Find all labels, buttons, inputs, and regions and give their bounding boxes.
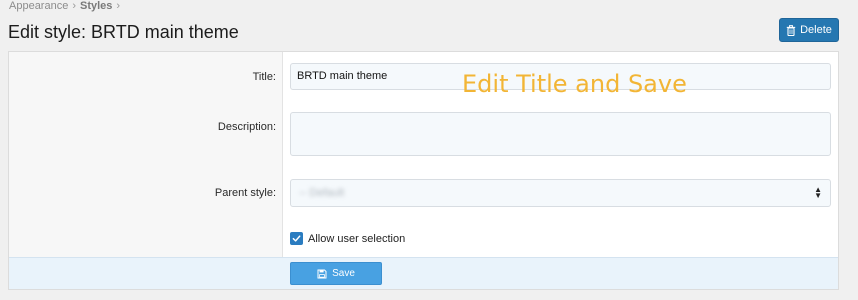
save-button-label: Save [332, 268, 355, 279]
allow-user-selection-option[interactable]: Allow user selection [290, 232, 405, 245]
form-footer: Save [9, 257, 838, 289]
select-arrows-icon: ▲ ▼ [814, 185, 822, 200]
breadcrumb-item-appearance[interactable]: Appearance [9, 0, 68, 13]
page-title: Edit style: BRTD main theme [8, 22, 239, 42]
breadcrumb-separator: › [116, 0, 121, 12]
allow-user-selection-checkbox[interactable] [290, 232, 303, 245]
form-label-column: Title: Description: Parent style: [9, 52, 283, 257]
parent-style-select[interactable]: -- Default ▲ ▼ [290, 179, 831, 207]
breadcrumb: Appearance › Styles › [9, 0, 120, 13]
edit-style-form: Title: Description: Parent style: BRTD m… [8, 51, 839, 290]
allow-user-selection-label: Allow user selection [308, 232, 406, 245]
save-button[interactable]: Save [290, 262, 382, 285]
parent-style-label: Parent style: [214, 187, 276, 199]
description-label: Description: [217, 121, 276, 133]
trash-icon [786, 24, 796, 36]
checkmark-icon [292, 235, 301, 242]
breadcrumb-item-styles[interactable]: Styles [80, 0, 112, 13]
delete-button-label: Delete [800, 24, 832, 36]
delete-button[interactable]: Delete [779, 18, 839, 42]
parent-style-value: -- Default [299, 187, 345, 199]
description-textarea[interactable] [290, 112, 831, 156]
title-label: Title: [252, 71, 276, 83]
floppy-disk-icon [317, 269, 327, 278]
instruction-annotation: Edit Title and Save [462, 70, 687, 98]
breadcrumb-separator: › [72, 0, 76, 12]
